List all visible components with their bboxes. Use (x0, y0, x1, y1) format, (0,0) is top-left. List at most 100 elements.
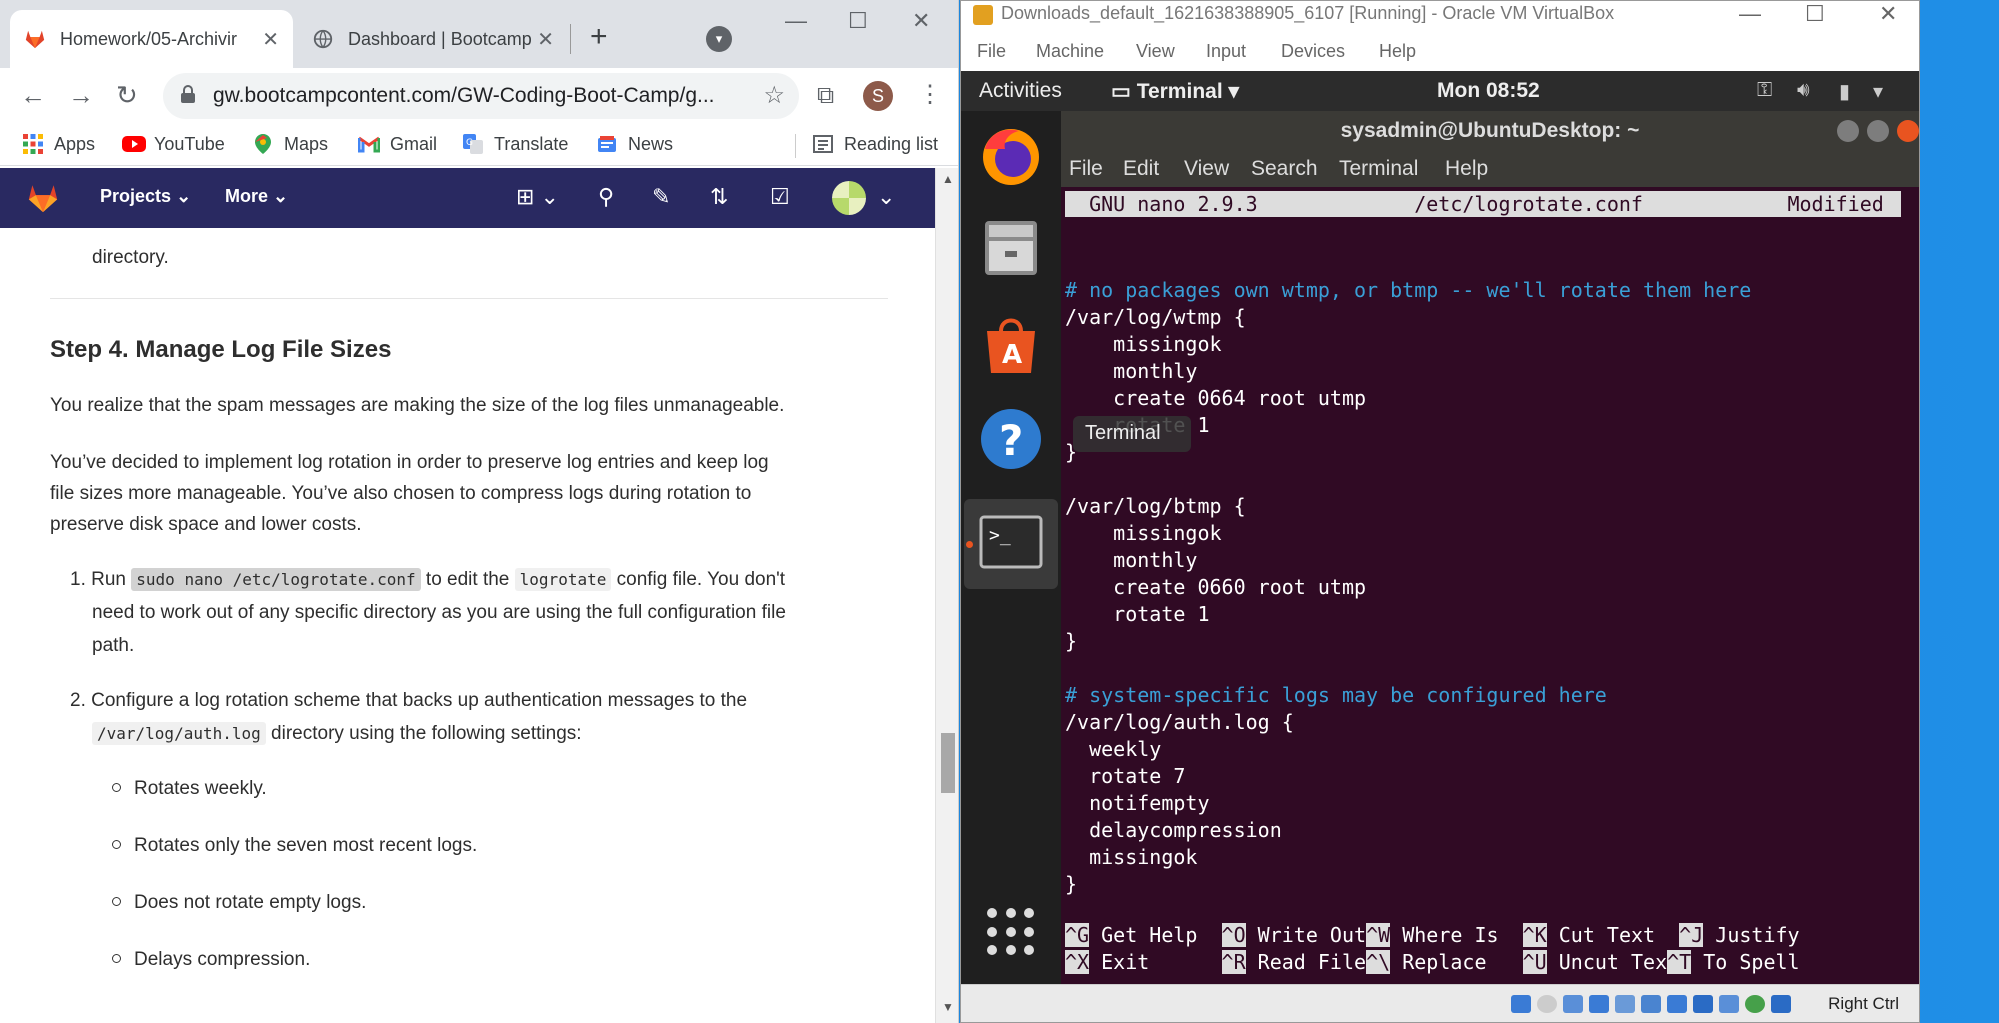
optical-drive-icon[interactable] (1537, 995, 1557, 1013)
extensions-puzzle-icon[interactable]: ⧉ (817, 82, 834, 110)
firefox-icon[interactable] (975, 119, 1047, 191)
close-window-icon[interactable] (1897, 120, 1919, 142)
file-manager-icon[interactable] (975, 211, 1047, 283)
tab-homework[interactable]: Homework/05-Archivir ✕ (10, 10, 293, 68)
nano-text-line[interactable]: rotate 7 (1065, 763, 1185, 790)
bookmark-translate[interactable]: G Translate (462, 129, 568, 159)
nano-text-line[interactable]: /var/log/wtmp { (1065, 304, 1246, 331)
gitlab-logo-icon[interactable] (26, 181, 60, 215)
nano-text-line[interactable]: # system-specific logs may be configured… (1065, 682, 1607, 709)
menu-devices[interactable]: Devices (1281, 41, 1345, 62)
menu-file[interactable]: File (977, 41, 1006, 62)
bookmark-youtube[interactable]: YouTube (122, 129, 225, 159)
usb-icon[interactable] (1615, 995, 1635, 1013)
hard-disk-icon[interactable] (1511, 995, 1531, 1013)
system-menu-icon[interactable]: ▾ (1873, 79, 1883, 104)
nano-text-line[interactable]: weekly (1065, 736, 1161, 763)
search-icon[interactable]: ⚲ (598, 184, 614, 210)
network-icon[interactable]: ⚿ (1757, 79, 1772, 102)
nano-text-line[interactable]: /var/log/btmp { (1065, 493, 1246, 520)
bookmark-maps[interactable]: Maps (252, 129, 328, 159)
scroll-down-icon[interactable]: ▼ (942, 1000, 954, 1014)
nano-text-line[interactable]: # no packages own wtmp, or btmp -- we'll… (1065, 277, 1751, 304)
inline-code[interactable]: sudo nano /etc/logrotate.conf (131, 568, 421, 591)
tab-dashboard[interactable]: Dashboard | Bootcamp ✕ (298, 10, 568, 68)
issues-icon[interactable]: ✎ (652, 184, 670, 210)
shared-folders-icon[interactable] (1641, 995, 1661, 1013)
show-applications-icon[interactable] (987, 908, 1035, 956)
network-adapter-icon[interactable] (1589, 995, 1609, 1013)
user-avatar[interactable] (832, 181, 866, 215)
menu-file[interactable]: File (1069, 157, 1103, 181)
nano-text-line[interactable]: monthly (1065, 358, 1197, 385)
reading-list-button[interactable]: Reading list (812, 129, 938, 159)
minimize-icon[interactable] (1837, 120, 1859, 142)
profile-avatar[interactable]: S (863, 81, 893, 111)
terminal-icon[interactable]: >_ (975, 507, 1047, 579)
volume-icon[interactable]: 🔊︎ (1797, 79, 1810, 102)
display-icon[interactable] (1667, 995, 1687, 1013)
activities-button[interactable]: Activities (979, 79, 1062, 103)
reload-icon[interactable]: ↻ (116, 80, 138, 111)
bookmark-news[interactable]: News (596, 129, 673, 159)
page-scrollbar[interactable]: ▲ ▼ (935, 168, 958, 1023)
nano-text-line[interactable]: /var/log/auth.log { (1065, 709, 1294, 736)
menu-help[interactable]: Help (1445, 157, 1488, 181)
minimize-icon[interactable]: — (1739, 1, 1761, 27)
chevron-down-icon[interactable]: ⌄ (877, 184, 895, 210)
guest-additions-icon[interactable] (1745, 995, 1765, 1013)
nano-text-line[interactable]: monthly (1065, 547, 1197, 574)
nano-text-line[interactable]: notifempty (1065, 790, 1209, 817)
scroll-thumb[interactable] (941, 733, 955, 793)
app-menu[interactable]: ▭ Terminal ▾ (1111, 79, 1239, 104)
menu-machine[interactable]: Machine (1036, 41, 1104, 62)
menu-help[interactable]: Help (1379, 41, 1416, 62)
software-center-icon[interactable]: A (975, 307, 1047, 379)
scroll-up-icon[interactable]: ▲ (942, 172, 954, 186)
nano-text-line[interactable]: missingok (1065, 520, 1221, 547)
menu-edit[interactable]: Edit (1123, 157, 1159, 181)
menu-view[interactable]: View (1184, 157, 1229, 181)
help-icon[interactable]: ? (975, 403, 1047, 475)
close-window-icon[interactable]: ✕ (912, 8, 930, 34)
menu-input[interactable]: Input (1206, 41, 1246, 62)
close-tab-icon[interactable]: ✕ (262, 27, 279, 52)
nano-text-line[interactable]: create 0664 root utmp (1065, 385, 1366, 412)
back-icon[interactable]: ← (20, 80, 46, 111)
recording-icon[interactable] (1693, 995, 1713, 1013)
nano-text-line[interactable]: missingok (1065, 331, 1221, 358)
maximize-icon[interactable]: ☐ (848, 8, 868, 34)
address-bar[interactable]: gw.bootcampcontent.com/GW-Coding-Boot-Ca… (163, 73, 799, 119)
audio-icon[interactable] (1563, 995, 1583, 1013)
minimize-icon[interactable]: — (785, 8, 807, 34)
clock[interactable]: Mon 08:52 (1437, 79, 1540, 103)
close-window-icon[interactable]: ✕ (1879, 1, 1897, 27)
mouse-integration-icon[interactable] (1771, 995, 1791, 1013)
menu-search[interactable]: Search (1251, 157, 1318, 181)
menu-terminal[interactable]: Terminal (1339, 157, 1418, 181)
menu-view[interactable]: View (1136, 41, 1175, 62)
bookmark-gmail[interactable]: Gmail (357, 129, 437, 159)
nano-text-line[interactable]: rotate 1 (1065, 601, 1209, 628)
new-tab-icon[interactable]: + (590, 22, 608, 52)
nano-text-line[interactable]: missingok (1065, 844, 1197, 871)
battery-icon[interactable]: ▮ (1839, 79, 1850, 104)
tab-search-icon[interactable]: ▾ (706, 26, 732, 52)
merge-requests-icon[interactable]: ⇅ (710, 184, 728, 210)
more-menu[interactable]: More ⌄ (225, 186, 288, 207)
bookmark-apps[interactable]: Apps (22, 129, 95, 159)
url-text[interactable]: gw.bootcampcontent.com/GW-Coding-Boot-Ca… (213, 84, 715, 108)
forward-icon[interactable]: → (68, 80, 94, 111)
new-plus-icon[interactable]: ⊞ ⌄ (516, 184, 559, 210)
nano-text-line[interactable]: delaycompression (1065, 817, 1282, 844)
chrome-menu-icon[interactable]: ⋮ (918, 80, 942, 109)
maximize-icon[interactable] (1867, 120, 1889, 142)
projects-menu[interactable]: Projects ⌄ (100, 186, 191, 207)
todo-icon[interactable]: ☑ (770, 184, 790, 210)
terminal-scrollbar[interactable] (1906, 191, 1919, 984)
bookmark-star-icon[interactable]: ☆ (763, 81, 785, 110)
vt-x-icon[interactable] (1719, 995, 1739, 1013)
close-tab-icon[interactable]: ✕ (537, 27, 554, 52)
nano-text-line[interactable]: create 0660 root utmp (1065, 574, 1366, 601)
nano-text-line[interactable]: } (1065, 871, 1077, 898)
